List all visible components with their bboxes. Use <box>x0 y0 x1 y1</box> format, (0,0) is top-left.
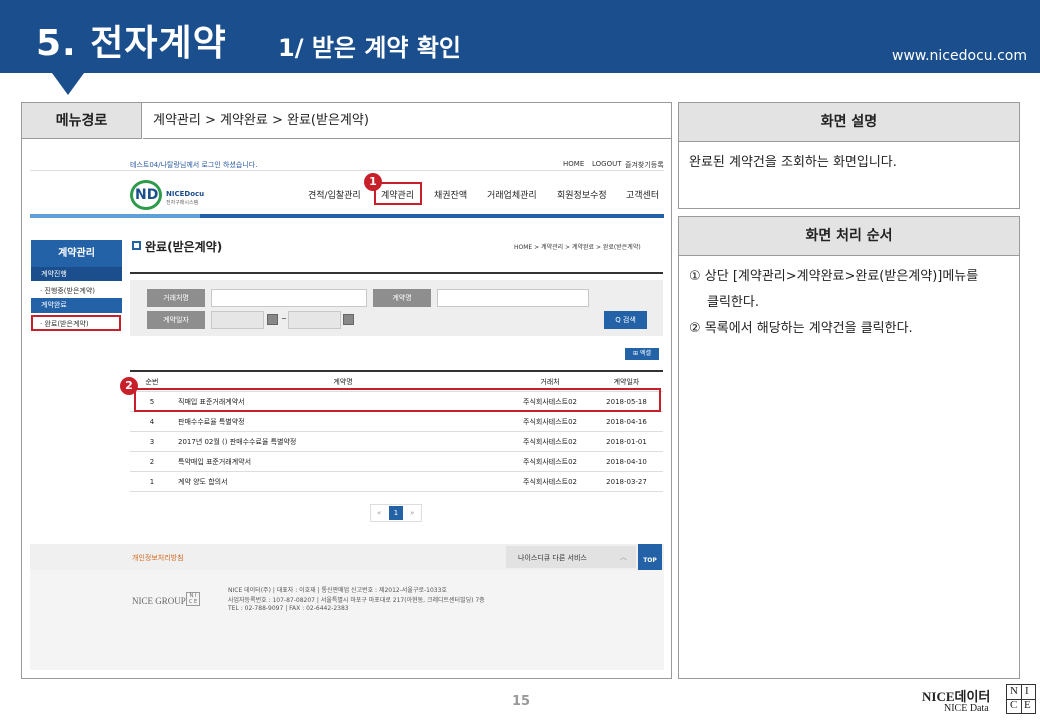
vendor-label: 거래처명 <box>147 289 205 307</box>
nav-underline-accent <box>30 214 200 218</box>
row-date: 2018-04-16 <box>606 418 647 426</box>
divider <box>30 170 664 171</box>
company-line-3: TEL : 02-788-9097 | FAX : 02-6442-2383 <box>228 605 349 612</box>
link-favorite[interactable]: 즐겨찾기등록 <box>625 160 664 170</box>
table-row[interactable]: 2 특약매입 표준거래계약서 주식회사테스트02 2018-04-10 <box>130 452 663 472</box>
row-vendor: 주식회사테스트02 <box>523 418 577 426</box>
title-square-icon <box>132 241 141 250</box>
page-number: 15 <box>512 694 531 709</box>
table-row[interactable]: 3 2017년 02월 () 판매수수료율 특별약정 주식회사테스트02 2018-0… <box>130 432 663 452</box>
menu-path-label: 메뉴경로 <box>22 103 142 139</box>
sidebar-section-progress[interactable]: 계약진행 <box>31 267 122 281</box>
sidebar-section-complete[interactable]: 계약완료 <box>31 298 122 313</box>
calendar-icon[interactable] <box>267 314 278 325</box>
company-line-1: NICE 데이터(주) | 대표자 : 이호재 | 통신판매업 신고번호 : 제… <box>228 587 447 594</box>
row-vendor: 주식회사테스트02 <box>523 458 577 466</box>
row-no: 2 <box>149 458 155 466</box>
family-select-label: 나이스디큐 다른 서비스 <box>518 554 587 562</box>
pager-prev[interactable]: « <box>377 509 381 517</box>
excel-button[interactable]: ⊞ 엑셀 <box>625 348 659 360</box>
screen-desc-title: 화면 설명 <box>679 103 1019 142</box>
group-label: NICE GROUP <box>132 596 186 606</box>
title-divider <box>130 272 663 274</box>
logo-text: NICEDocu <box>166 190 205 198</box>
nav-contract[interactable]: 계약관리 <box>381 188 414 201</box>
brand-sub: NICE Data <box>944 703 989 714</box>
nav-vendor[interactable]: 거래업체관리 <box>487 188 537 201</box>
nice-mini-logo: N IC E <box>186 592 200 606</box>
row-no: 1 <box>149 478 155 486</box>
calendar-icon[interactable] <box>343 314 354 325</box>
row-date: 2018-01-01 <box>606 438 647 446</box>
sidebar-item-in-progress[interactable]: · 진행중(받은계약) <box>40 286 95 296</box>
nav-balance[interactable]: 채권잔액 <box>434 188 467 201</box>
row-contract-name: 특약매입 표준거래계약서 <box>178 458 252 466</box>
process-title: 화면 처리 순서 <box>679 217 1019 256</box>
row-contract-name: 2017년 02월 () 판매수수료율 특별약정 <box>178 438 297 446</box>
top-button[interactable]: TOP <box>638 544 662 570</box>
table-row[interactable]: 1 계약 양도 합의서 주식회사테스트02 2018-03-27 <box>130 472 663 492</box>
step-badge-2: 2 <box>120 377 138 395</box>
login-text: 테스트04/나탈랑님께서 로그인 하셨습니다. <box>130 161 258 169</box>
date-start-input[interactable] <box>211 311 264 329</box>
row-date: 2018-04-10 <box>606 458 647 466</box>
contract-input[interactable] <box>437 289 589 307</box>
row-no: 3 <box>149 438 155 446</box>
row-no: 4 <box>149 418 155 426</box>
mini-screenshot: 테스트04/나탈랑님께서 로그인 하셨습니다. HOME LOGOUT 즐겨찾기… <box>30 148 664 670</box>
nav-member[interactable]: 회원정보수정 <box>557 188 607 201</box>
header-pointer <box>52 73 84 95</box>
site-url: www.nicedocu.com <box>892 48 1027 64</box>
date-end-input[interactable] <box>288 311 341 329</box>
step-badge-1: 1 <box>364 173 382 191</box>
process-step-1-cont: 클릭한다. <box>707 295 759 310</box>
row-contract-name: 판매수수료율 특별약정 <box>178 418 245 426</box>
date-label: 계약일자 <box>147 311 205 329</box>
nicedocu-logo-icon: ND <box>130 180 162 210</box>
table-row[interactable]: 4 판매수수료율 특별약정 주식회사테스트02 2018-04-16 <box>130 412 663 432</box>
nav-quote[interactable]: 견적/입찰관리 <box>308 188 361 201</box>
vendor-input[interactable] <box>211 289 367 307</box>
row-vendor: 주식회사테스트02 <box>523 438 577 446</box>
sidebar-title: 계약관리 <box>31 240 122 267</box>
contract-label: 계약명 <box>373 289 431 307</box>
process-step-2: ② 목록에서 해당하는 계약건을 클릭한다. <box>689 321 913 336</box>
row-date: 2018-03-27 <box>606 478 647 486</box>
chevron-up-icon: ︿ <box>620 553 627 561</box>
company-line-2: 사업자등록번호 : 107-87-08207 | 서울특별시 마포구 마포대로 … <box>228 597 485 604</box>
row-contract-name: 계약 양도 합의서 <box>178 478 228 486</box>
row-vendor: 주식회사테스트02 <box>523 478 577 486</box>
nice-logo-icon: N I C E <box>1006 684 1036 714</box>
breadcrumb: HOME > 계약관리 > 계약완료 > 완료(받은계약) <box>514 244 641 251</box>
logo-subtext: 전자구매시스템 <box>166 200 199 206</box>
link-home[interactable]: HOME <box>563 160 584 168</box>
row-highlight <box>134 388 661 412</box>
process-step-1: ① 상단 [계약관리>계약완료>완료(받은계약)]메뉴를 <box>689 269 979 284</box>
pager-page-1[interactable]: 1 <box>389 506 403 520</box>
section-title: 5. 전자계약 <box>36 23 227 64</box>
date-separator: ~ <box>281 315 287 323</box>
process-panel: 화면 처리 순서 ① 상단 [계약관리>계약완료>완료(받은계약)]메뉴를 클릭… <box>678 216 1020 679</box>
sidebar-item-complete[interactable]: · 완료(받은계약) <box>40 319 89 329</box>
screen-desc-panel: 화면 설명 완료된 계약건을 조회하는 화면입니다. <box>678 102 1020 209</box>
page-title: 완료(받은계약) <box>145 240 223 254</box>
menu-path-value: 계약관리 > 계약완료 > 완료(받은계약) <box>143 103 671 139</box>
nav-support[interactable]: 고객센터 <box>626 188 659 201</box>
link-logout[interactable]: LOGOUT <box>592 160 622 168</box>
pager-next[interactable]: » <box>410 509 414 517</box>
screen-desc-text: 완료된 계약건을 조회하는 화면입니다. <box>689 155 897 170</box>
search-button[interactable]: Q 검색 <box>604 311 647 329</box>
privacy-link[interactable]: 개인정보처리방침 <box>132 553 184 563</box>
section-subtitle: 1/ 받은 계약 확인 <box>278 34 462 62</box>
